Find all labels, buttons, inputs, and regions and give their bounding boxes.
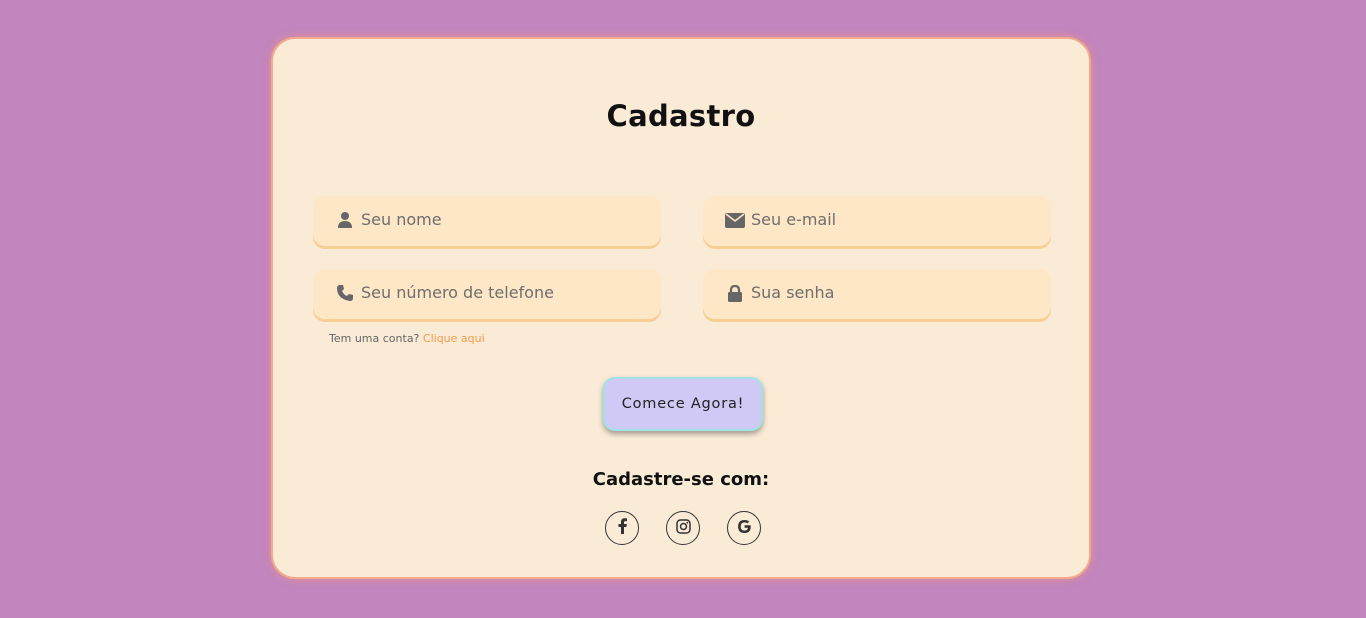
name-field[interactable]: [313, 196, 661, 246]
phone-input[interactable]: [361, 269, 651, 315]
user-icon: [335, 210, 355, 230]
phone-icon: [335, 283, 355, 303]
login-link[interactable]: Clique aqui: [423, 332, 485, 345]
google-button[interactable]: [727, 511, 761, 545]
email-field[interactable]: [703, 196, 1051, 246]
email-input[interactable]: [751, 196, 1041, 242]
page-title: Cadastro: [606, 99, 756, 133]
phone-field[interactable]: [313, 269, 661, 319]
google-icon: [737, 519, 752, 538]
lock-icon: [725, 283, 745, 303]
password-input[interactable]: [751, 269, 1041, 315]
login-prompt: Tem uma conta?: [329, 332, 420, 345]
signup-card: Cadastro Tem uma conta? Clique aqui Come…: [271, 37, 1091, 579]
facebook-icon: [618, 518, 627, 538]
login-hint: Tem uma conta? Clique aqui: [329, 332, 485, 345]
name-input[interactable]: [361, 196, 651, 242]
instagram-icon: [675, 518, 691, 538]
submit-button[interactable]: Comece Agora!: [603, 377, 763, 431]
instagram-button[interactable]: [666, 511, 700, 545]
facebook-button[interactable]: [605, 511, 639, 545]
envelope-icon: [725, 210, 745, 230]
social-title: Cadastre-se com:: [592, 469, 770, 490]
password-field[interactable]: [703, 269, 1051, 319]
